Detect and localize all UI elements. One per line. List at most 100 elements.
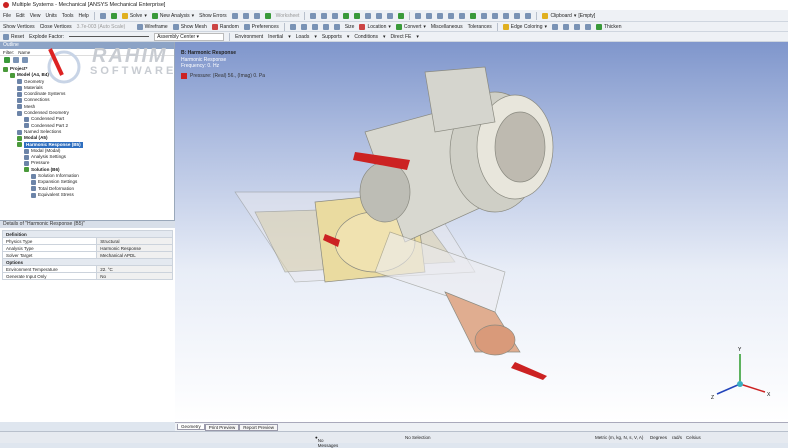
tree-node-icon: [24, 123, 29, 129]
details-header: Details of "Harmonic Response (B5)": [0, 221, 175, 228]
convert-button[interactable]: Convert ▾: [395, 23, 426, 30]
messages-status[interactable]: ● No Messages: [315, 435, 338, 448]
supports-button[interactable]: Supports: [322, 34, 342, 40]
location-icon: [359, 23, 366, 30]
details-row: Generate Input Only No: [1, 272, 173, 280]
reset-icon: [3, 33, 9, 40]
menu-view[interactable]: View: [30, 13, 41, 19]
explode-slider[interactable]: [69, 36, 150, 37]
edge-coloring-button[interactable]: Edge Coloring ▾: [502, 23, 547, 30]
collapse-icon[interactable]: [13, 57, 19, 63]
reset-button[interactable]: Reset: [3, 33, 24, 40]
wireframe-button[interactable]: Wireframe: [136, 23, 168, 30]
assembly-center-dropdown[interactable]: Assembly Center ▾: [154, 32, 225, 41]
coordinate-triad: [716, 354, 766, 395]
tree-node-icon: [17, 135, 22, 141]
close-vertices-button[interactable]: Close Vertices: [40, 24, 72, 30]
thicken-button[interactable]: Thicken: [595, 23, 622, 30]
preferences-icon: [243, 23, 250, 30]
direct-fe-button[interactable]: Direct FE: [391, 34, 412, 40]
tree-node-icon: [24, 117, 29, 123]
expand-icon[interactable]: [4, 57, 10, 63]
temp-status[interactable]: Celsius: [686, 435, 701, 440]
zoom-box-icon[interactable]: [448, 12, 455, 19]
menu-help[interactable]: Help: [79, 13, 89, 19]
property-value[interactable]: 22. °C: [96, 265, 173, 273]
filter-label: Filter:: [3, 49, 15, 55]
tree-node-icon: [17, 91, 22, 97]
tree-node[interactable]: Equivalent Stress: [3, 192, 171, 198]
angle-status[interactable]: Degrees: [650, 435, 667, 440]
preferences-button[interactable]: Preferences: [243, 23, 279, 30]
menu-toolbar: File Edit View Units Tools Help Solve ▾ …: [0, 10, 788, 22]
title-bar: Multiple Systems - Mechanical [ANSYS Mec…: [0, 0, 788, 10]
tab-report-preview[interactable]: Report Preview: [239, 423, 279, 431]
inertial-button[interactable]: Inertial: [268, 34, 283, 40]
property-value[interactable]: No: [96, 272, 173, 280]
units-status[interactable]: Metric (m, kg, N, s, V, A): [595, 435, 643, 440]
show-vertices-button[interactable]: Show Vertices: [3, 24, 35, 30]
scale-dropdown[interactable]: 3.7e-003 (Auto Scale): [77, 24, 132, 30]
new-analysis-button[interactable]: New Analysis ▾: [151, 12, 194, 19]
tree-node-icon: [24, 148, 29, 154]
details-group[interactable]: Definition: [2, 230, 173, 238]
menu-tools[interactable]: Tools: [62, 13, 74, 19]
tree-node-icon: [10, 72, 15, 78]
show-errors-button[interactable]: Show Errors: [199, 13, 227, 19]
refresh-icon[interactable]: [110, 12, 117, 19]
conditions-button[interactable]: Conditions: [354, 34, 378, 40]
rotate-icon[interactable]: [415, 12, 422, 19]
property-value[interactable]: Harmonic Response: [96, 244, 173, 252]
zoom-icon[interactable]: [437, 12, 444, 19]
size-dropdown[interactable]: Size: [345, 24, 355, 30]
tab-print-preview[interactable]: Print Preview: [204, 423, 240, 431]
axis-label-x: X: [767, 392, 771, 398]
miscellaneous-button[interactable]: Miscellaneous: [431, 24, 463, 30]
model-render[interactable]: Y X Z: [175, 42, 788, 422]
tree-node-icon: [17, 110, 22, 116]
tree-node-icon: [17, 79, 22, 85]
menu-units[interactable]: Units: [45, 13, 56, 19]
palette-icon: [211, 23, 218, 30]
context-toolbar: Reset Explode Factor: Assembly Center ▾ …: [0, 32, 788, 42]
rate-status[interactable]: rad/s: [672, 435, 682, 440]
solve-button[interactable]: Solve ▾: [121, 12, 147, 19]
menu-edit[interactable]: Edit: [16, 13, 25, 19]
tree-node-icon: [17, 98, 22, 104]
clipboard-button[interactable]: Clipboard ▾ [Empty]: [542, 12, 595, 19]
mesh-icon: [172, 23, 179, 30]
clipboard-icon: [542, 12, 549, 19]
edge-color-icon: [502, 23, 509, 30]
tree-node-icon: [17, 104, 22, 110]
property-value[interactable]: Structural: [96, 237, 173, 245]
tree-node-icon: [3, 66, 8, 72]
filter-dropdown[interactable]: Name: [18, 50, 30, 55]
gearbox-assembly: [234, 66, 554, 356]
tree-node-icon: [31, 173, 36, 179]
show-mesh-button[interactable]: Show Mesh: [172, 23, 207, 30]
filter-icon[interactable]: [22, 57, 28, 63]
pressure-load-arrow-3: [511, 362, 547, 380]
loads-button[interactable]: Loads: [296, 34, 310, 40]
tree-node-icon: [31, 186, 36, 192]
graphics-viewport[interactable]: B: Harmonic Response Harmonic Response F…: [175, 42, 788, 422]
tool-icon[interactable]: [99, 12, 106, 19]
worksheet-button[interactable]: Worksheet: [276, 13, 300, 19]
location-button[interactable]: Location ▾: [359, 23, 391, 30]
tab-geometry[interactable]: Geometry: [177, 424, 205, 430]
property-name: Physics Type: [1, 237, 98, 245]
zoom-in-icon[interactable]: [470, 12, 477, 19]
property-name: Generate Input Only: [1, 272, 98, 280]
details-row: Solver Target Mechanical APDL: [1, 251, 173, 259]
menu-file[interactable]: File: [3, 13, 11, 19]
zoom-fit-icon[interactable]: [459, 12, 466, 19]
details-row: Environment Temperature 22. °C: [1, 265, 173, 273]
random-colors-button[interactable]: Random: [211, 23, 239, 30]
property-value[interactable]: Mechanical APDL: [96, 251, 173, 259]
tolerances-button[interactable]: Tolerances: [468, 24, 492, 30]
pan-icon[interactable]: [426, 12, 433, 19]
tree-node-icon: [31, 179, 36, 185]
details-group[interactable]: Options: [2, 258, 173, 266]
axis-label-z: Z: [711, 395, 714, 401]
status-bar: ● No Messages No Selection Metric (m, kg…: [0, 431, 788, 448]
